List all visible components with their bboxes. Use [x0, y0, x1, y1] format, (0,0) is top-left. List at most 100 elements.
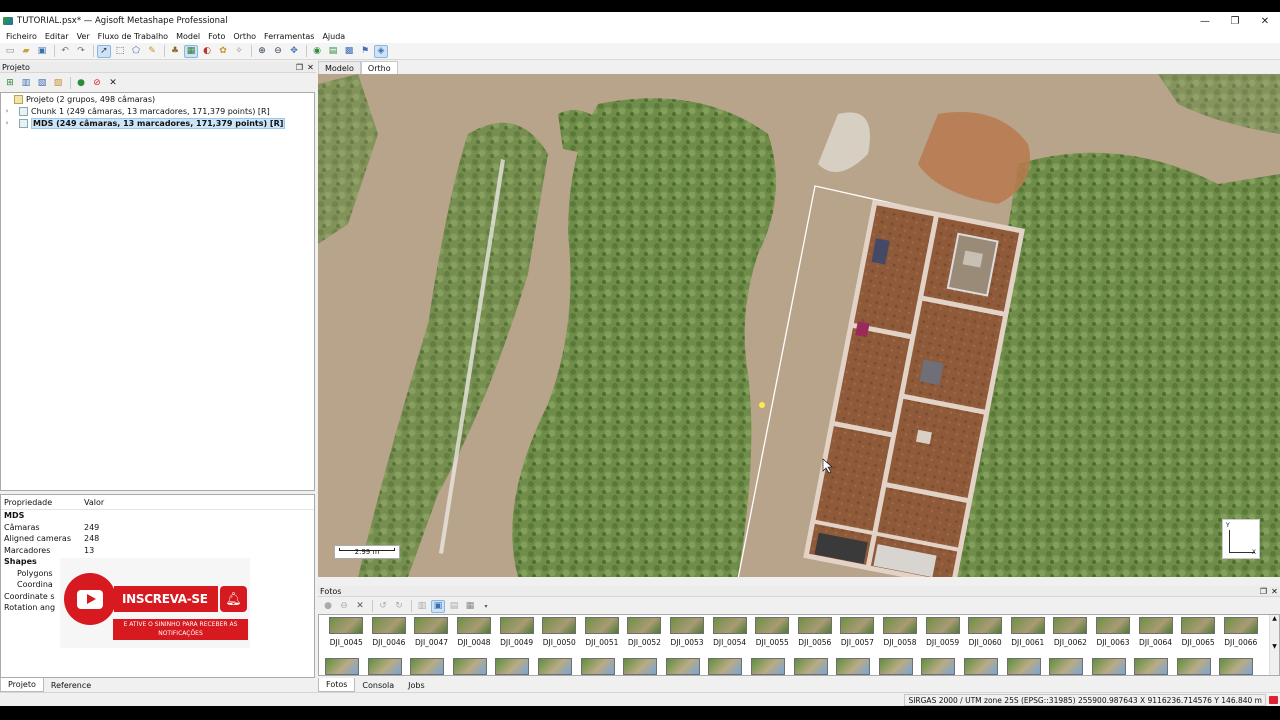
disable-camera-icon[interactable]: ⊖ — [337, 600, 351, 613]
tab-jobs[interactable]: Jobs — [401, 678, 432, 692]
photo-thumbnail[interactable]: DJI_0060 — [964, 617, 1007, 654]
open-icon[interactable]: ▰ — [19, 45, 33, 58]
menu-fluxo-de-trabalho[interactable]: Fluxo de Trabalho — [94, 32, 172, 41]
photo-thumbnail-image[interactable] — [1176, 658, 1211, 675]
photo-thumbnail[interactable]: DJI_0063 — [1092, 617, 1135, 654]
float-panel-icon[interactable]: ❐ — [1258, 587, 1269, 596]
photo-thumbnail[interactable]: DJI_0046 — [368, 617, 411, 654]
tab-projeto[interactable]: Projeto — [0, 678, 44, 692]
photo-thumbnail-image[interactable] — [1219, 658, 1254, 675]
disable-icon[interactable]: ⊘ — [90, 76, 104, 89]
photo-thumbnail[interactable]: DJI_0052 — [623, 617, 666, 654]
photo-thumbnail[interactable]: DJI_0062 — [1049, 617, 1092, 654]
photo-thumbnail[interactable]: DJI_0066 — [1219, 617, 1262, 654]
navigation-icon[interactable]: ➚ — [97, 44, 111, 58]
subscribe-overlay[interactable]: INSCREVA-SE 🔔︎ E ATIVE O SININHO PARA RE… — [60, 558, 250, 648]
photo-thumbnail-image[interactable] — [1134, 658, 1169, 675]
photo-thumbnail-image[interactable] — [878, 658, 913, 675]
float-panel-icon[interactable]: ❐ — [294, 63, 305, 72]
save-icon[interactable]: ▣ — [35, 45, 49, 58]
tree-item-project[interactable]: Projeto (2 grupos, 498 câmaras) — [1, 93, 314, 105]
photo-thumbnail-image[interactable] — [623, 658, 658, 675]
menu-ferramentas[interactable]: Ferramentas — [260, 32, 318, 41]
photo-thumbnail-image[interactable] — [1049, 658, 1084, 675]
photo-thumbnail-image[interactable] — [793, 658, 828, 675]
photo-thumbnail-image[interactable] — [708, 658, 743, 675]
add-folder-icon[interactable]: ▧ — [35, 76, 49, 89]
photo-thumbnail-image[interactable] — [836, 658, 871, 675]
camera-icon[interactable]: ◈ — [374, 44, 388, 58]
photo-thumbnail-image[interactable] — [495, 658, 530, 675]
photo-thumbnail-image[interactable] — [1091, 658, 1126, 675]
remove-icon[interactable]: ✕ — [106, 76, 120, 89]
ortho-viewport[interactable]: 2.99 m Y X — [318, 74, 1280, 577]
minimize-button[interactable]: — — [1190, 12, 1220, 30]
menu-foto[interactable]: Foto — [204, 32, 229, 41]
rotate-left-icon[interactable]: ↺ — [376, 600, 390, 613]
chevron-right-icon[interactable]: › — [3, 107, 11, 115]
enable-camera-icon[interactable]: ● — [321, 600, 335, 613]
close-panel-icon[interactable]: ✕ — [305, 63, 316, 72]
remove-camera-icon[interactable]: ✕ — [353, 600, 367, 613]
restore-button[interactable]: ❐ — [1220, 12, 1250, 30]
photo-thumbnail[interactable]: DJI_0051 — [581, 617, 624, 654]
intersect-icon[interactable]: ✧ — [232, 45, 246, 58]
filter-icon[interactable]: ▥ — [415, 600, 429, 613]
chevron-right-icon[interactable]: › — [3, 119, 11, 127]
add-chunk-icon[interactable]: ⊞ — [3, 76, 17, 89]
photo-thumbnail[interactable]: DJI_0059 — [921, 617, 964, 654]
bell-icon[interactable]: 🔔︎ — [220, 586, 247, 612]
zoom-out-icon[interactable]: ⊖ — [271, 45, 285, 58]
photo-thumbnail[interactable]: DJI_0054 — [708, 617, 751, 654]
view-mode-icon[interactable]: ▦ — [463, 600, 477, 613]
menu-ortho[interactable]: Ortho — [229, 32, 260, 41]
menu-ver[interactable]: Ver — [73, 32, 94, 41]
shape-icon[interactable]: ⬠ — [129, 45, 143, 58]
menu-model[interactable]: Model — [172, 32, 204, 41]
photo-thumbnail-image[interactable] — [580, 658, 615, 675]
photo-thumbnail[interactable]: DJI_0065 — [1177, 617, 1220, 654]
photo-thumbnail-image[interactable] — [665, 658, 700, 675]
enable-icon[interactable]: ● — [74, 76, 88, 89]
grid-icon[interactable]: ▤ — [326, 45, 340, 58]
photo-thumbnail[interactable]: DJI_0057 — [836, 617, 879, 654]
photo-thumbnail-image[interactable] — [750, 658, 785, 675]
photo-icon[interactable]: ▩ — [342, 45, 356, 58]
redo-icon[interactable]: ↷ — [74, 45, 88, 58]
photo-thumbnail[interactable]: DJI_0047 — [410, 617, 453, 654]
move-icon[interactable]: ✥ — [287, 45, 301, 58]
photo-thumbnail-image[interactable] — [452, 658, 487, 675]
photos-scrollbar[interactable]: ▲ ▼ — [1269, 615, 1279, 675]
tab-reference[interactable]: Reference — [44, 678, 98, 692]
photo-thumbnail[interactable]: DJI_0064 — [1134, 617, 1177, 654]
menu-ajuda[interactable]: Ajuda — [318, 32, 349, 41]
photo-thumbnail-image[interactable] — [325, 658, 359, 675]
chevron-down-icon[interactable]: ▾ — [479, 600, 493, 613]
zoom-in-icon[interactable]: ⊕ — [255, 45, 269, 58]
photo-thumbnail[interactable]: DJI_0049 — [495, 617, 538, 654]
globe-icon[interactable]: ◉ — [310, 45, 324, 58]
photo-thumbnail[interactable]: DJI_0056 — [794, 617, 837, 654]
photo-thumbnail[interactable]: DJI_0055 — [751, 617, 794, 654]
photo-thumbnail[interactable]: DJI_0058 — [879, 617, 922, 654]
photo-thumbnail-image[interactable] — [963, 658, 998, 675]
tab-consola[interactable]: Consola — [355, 678, 401, 692]
photo-thumbnail[interactable]: DJI_0050 — [538, 617, 581, 654]
reset-filter-icon[interactable]: ▣ — [431, 599, 445, 613]
photo-thumbnail-image[interactable] — [410, 658, 445, 675]
photo-thumbnail[interactable]: DJI_0045 — [325, 617, 368, 654]
mask-icon[interactable]: ▤ — [447, 600, 461, 613]
photo-thumbnail-image[interactable] — [537, 658, 572, 675]
photo-thumbnail-image[interactable] — [921, 658, 956, 675]
tab-fotos[interactable]: Fotos — [318, 678, 356, 692]
subscribe-button[interactable]: INSCREVA-SE — [114, 586, 218, 612]
photo-thumbnail-image[interactable] — [1006, 658, 1041, 675]
brush-icon[interactable]: ♣ — [168, 45, 182, 58]
tab-ortho[interactable]: Ortho — [360, 61, 398, 74]
photo-thumbnail[interactable]: DJI_0048 — [453, 617, 496, 654]
rectangle-selection-icon[interactable]: ⬚ — [113, 45, 127, 58]
close-window-button[interactable]: ✕ — [1250, 12, 1280, 30]
new-icon[interactable]: ▭ — [3, 45, 17, 58]
tree-item-chunk-1[interactable]: › Chunk 1 (249 câmaras, 13 marcadores, 1… — [1, 105, 314, 117]
crop-icon[interactable]: ✿ — [216, 45, 230, 58]
